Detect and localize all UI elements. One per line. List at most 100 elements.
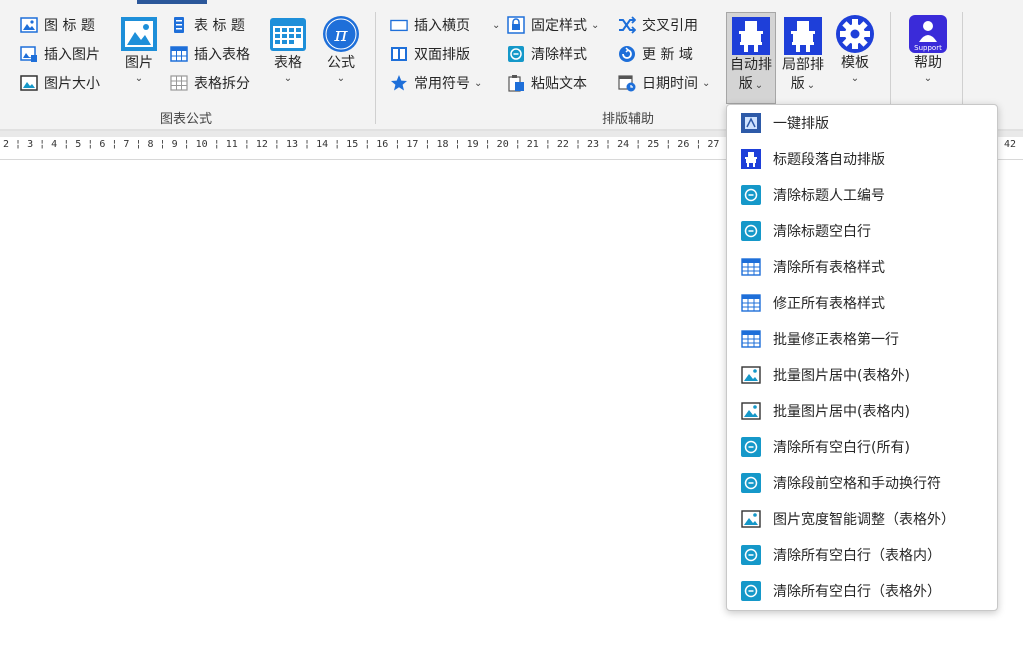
landscape-page-icon <box>390 16 408 34</box>
formula-button[interactable]: π 公式 ⌄ <box>318 14 364 85</box>
menu-item[interactable]: 清除所有空白行（表格内） <box>727 537 997 573</box>
chevron-down-icon: ⌄ <box>492 19 501 31</box>
partial-layout-label-line2: 版 ⌄ <box>790 76 816 92</box>
chevron-down-icon: ⌄ <box>591 19 600 31</box>
ruler-tick-tail: 42 <box>1004 139 1017 150</box>
common-symbols-label: 常用符号 <box>414 76 470 92</box>
chevron-down-icon: ⌄ <box>806 80 816 91</box>
insert-landscape-button[interactable]: 插入横页 ⌄ <box>390 13 500 37</box>
split-table-label: 表格拆分 <box>194 76 250 92</box>
menu-item[interactable]: 清除标题人工编号 <box>727 177 997 213</box>
menu-item-label: 批量图片居中(表格内) <box>773 404 910 420</box>
image-size-label: 图片大小 <box>44 76 100 92</box>
image-icon <box>741 365 761 385</box>
clear-icon <box>741 473 761 493</box>
formula-label: 公式 <box>327 55 355 71</box>
svg-text:Support: Support <box>914 44 942 52</box>
menu-item[interactable]: 批量修正表格第一行 <box>727 321 997 357</box>
table-button[interactable]: 表格 ⌄ <box>265 14 311 85</box>
auto-layout-button[interactable]: 自动排 版 ⌄ <box>726 12 776 104</box>
menu-item[interactable]: 清除所有空白行(所有) <box>727 429 997 465</box>
menu-item[interactable]: 批量图片居中(表格外) <box>727 357 997 393</box>
table-caption-label: 表 标 题 <box>194 18 245 34</box>
insert-image-button[interactable]: 插入图片 <box>20 42 100 66</box>
image-icon <box>741 401 761 421</box>
paste-text-label: 粘贴文本 <box>531 76 587 92</box>
split-table-icon <box>170 74 188 92</box>
date-time-label: 日期时间 <box>642 76 698 92</box>
chevron-down-icon: ⌄ <box>283 73 293 84</box>
split-table-button[interactable]: 表格拆分 <box>170 71 250 95</box>
insert-table-button[interactable]: 插入表格 <box>170 42 250 66</box>
auto-layout-icon <box>731 16 771 56</box>
support-icon: Support <box>908 14 948 54</box>
clear-icon <box>741 185 761 205</box>
table-caption-icon <box>170 16 188 34</box>
partial-layout-button[interactable]: 局部排 版 ⌄ <box>779 13 827 94</box>
shuffle-icon <box>618 16 636 34</box>
menu-item[interactable]: 清除段前空格和手动换行符 <box>727 465 997 501</box>
menu-item[interactable]: 清除所有空白行（表格外） <box>727 573 997 609</box>
menu-item-label: 批量修正表格第一行 <box>773 332 899 348</box>
image-icon <box>741 509 761 529</box>
table-calendar-icon <box>268 14 308 54</box>
paste-icon <box>507 74 525 92</box>
chevron-down-icon: ⌄ <box>474 77 483 89</box>
menu-item-label: 清除段前空格和手动换行符 <box>773 476 941 492</box>
double-page-icon <box>390 45 408 63</box>
menu-item-label: 清除标题空白行 <box>773 224 871 240</box>
insert-landscape-label: 插入横页 <box>414 18 470 34</box>
clear-icon <box>741 581 761 601</box>
picture-button[interactable]: 图片 ⌄ <box>116 14 162 85</box>
date-time-button[interactable]: 日期时间 ⌄ <box>618 71 710 95</box>
template-button[interactable]: 模板 ⌄ <box>832 14 878 85</box>
cross-reference-label: 交叉引用 <box>642 18 698 34</box>
table-label: 表格 <box>274 55 302 71</box>
refresh-icon <box>618 45 636 63</box>
menu-item[interactable]: 清除标题空白行 <box>727 213 997 249</box>
menu-item[interactable]: 一键排版 <box>727 105 997 141</box>
help-label: 帮助 <box>914 55 942 71</box>
paste-text-button[interactable]: 粘贴文本 <box>507 71 587 95</box>
menu-item-label: 图片宽度智能调整（表格外） <box>773 512 955 528</box>
update-field-label: 更 新 域 <box>642 47 693 63</box>
insert-image-icon <box>20 45 38 63</box>
help-button[interactable]: Support 帮助 ⌄ <box>905 14 951 85</box>
picture-label: 图片 <box>125 55 153 71</box>
lock-icon <box>507 16 525 34</box>
common-symbols-button[interactable]: 常用符号 ⌄ <box>390 71 482 95</box>
fixed-style-label: 固定样式 <box>531 18 587 34</box>
cross-reference-button[interactable]: 交叉引用 <box>618 13 698 37</box>
clear-style-icon <box>507 45 525 63</box>
calendar-clock-icon <box>618 74 636 92</box>
menu-item[interactable]: 修正所有表格样式 <box>727 285 997 321</box>
figure-caption-label: 图 标 题 <box>44 18 95 34</box>
clear-style-button[interactable]: 清除样式 <box>507 42 587 66</box>
template-label: 模板 <box>841 55 869 71</box>
auto-layout-dropdown-menu: 一键排版 标题段落自动排版清除标题人工编号 清除标题空白行清除所有表格样式修正所有表… <box>726 104 998 611</box>
menu-item[interactable]: 清除所有表格样式 <box>727 249 997 285</box>
gear-icon <box>835 14 875 54</box>
menu-item[interactable]: 图片宽度智能调整（表格外） <box>727 501 997 537</box>
menu-item[interactable]: 标题段落自动排版 <box>727 141 997 177</box>
group-label-layout-assist: 排版辅助 <box>602 112 655 127</box>
update-field-button[interactable]: 更 新 域 <box>618 42 693 66</box>
partial-layout-label-line1: 局部排 <box>782 57 824 73</box>
insert-table-icon <box>170 45 188 63</box>
one-click-layout-icon <box>741 113 761 133</box>
menu-item-label: 修正所有表格样式 <box>773 296 885 312</box>
menu-item[interactable]: 批量图片居中(表格内) <box>727 393 997 429</box>
menu-item-label: 清除所有空白行（表格内） <box>773 548 941 564</box>
ruler-tick-labels: 2 ¦ 3 ¦ 4 ¦ 5 ¦ 6 ¦ 7 ¦ 8 ¦ 9 ¦ 10 ¦ 11 … <box>3 139 810 150</box>
menu-item-label: 清除标题人工编号 <box>773 188 885 204</box>
group-label-chart-formula: 图表公式 <box>160 112 213 127</box>
double-sided-button[interactable]: 双面排版 <box>390 42 470 66</box>
clear-style-label: 清除样式 <box>531 47 587 63</box>
table-caption-button[interactable]: 表 标 题 <box>170 13 245 37</box>
table-icon <box>741 329 761 349</box>
clear-icon <box>741 545 761 565</box>
star-icon <box>390 74 408 92</box>
image-size-button[interactable]: 图片大小 <box>20 71 100 95</box>
figure-caption-button[interactable]: 图 标 题 <box>20 13 95 37</box>
fixed-style-button[interactable]: 固定样式 ⌄ <box>507 13 599 37</box>
